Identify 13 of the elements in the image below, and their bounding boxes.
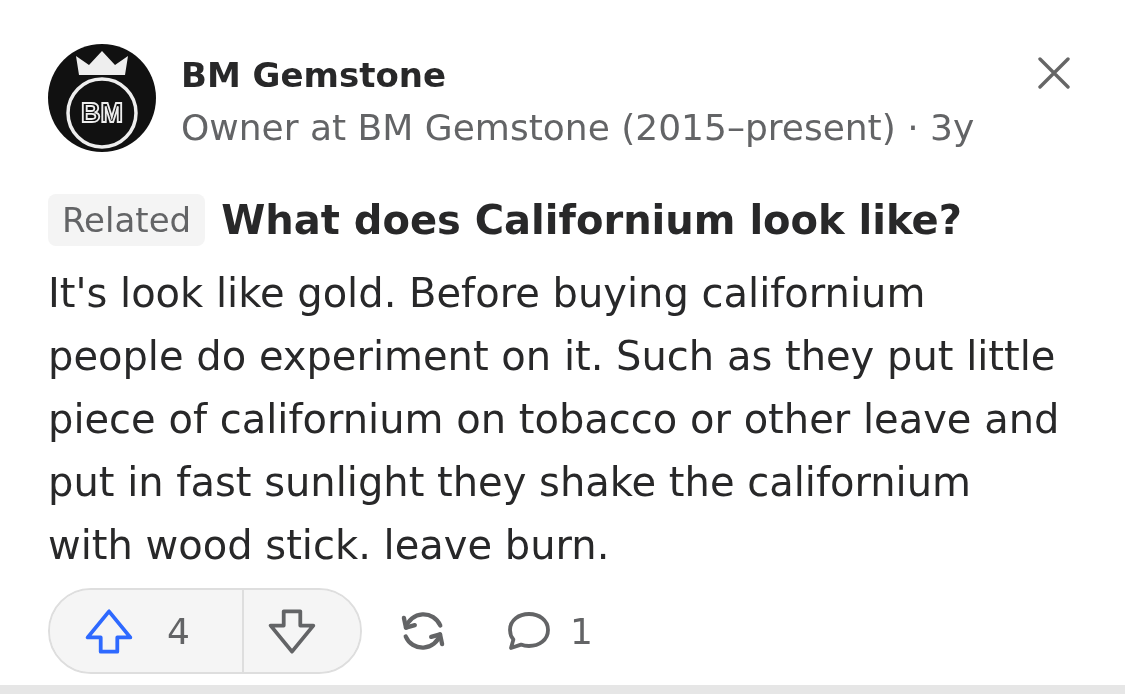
comment-button[interactable]: 1 [508, 610, 593, 652]
close-icon [1038, 57, 1070, 89]
answer-text: It's look like gold. Before buying californium people do experiment on it. Such as they put little piece of californium on tobacco or other leave and put in fast sunlight they shake the californium with wood stick. leave burn. [48, 269, 1061, 570]
close-button[interactable] [1038, 57, 1070, 89]
logo-avatar: BM [48, 44, 156, 152]
related-tag: Related [48, 194, 206, 246]
up-arrow-icon [85, 608, 133, 654]
author-credential[interactable]: Owner at BM Gemstone (2015–present) · 3y [181, 108, 1038, 148]
upvote-button[interactable]: 4 [50, 590, 244, 672]
down-arrow-icon [268, 608, 316, 654]
speech-bubble-icon [508, 611, 550, 651]
author-name[interactable]: BM Gemstone [181, 55, 1038, 95]
question-title[interactable]: What does Californium look like? [221, 197, 962, 243]
